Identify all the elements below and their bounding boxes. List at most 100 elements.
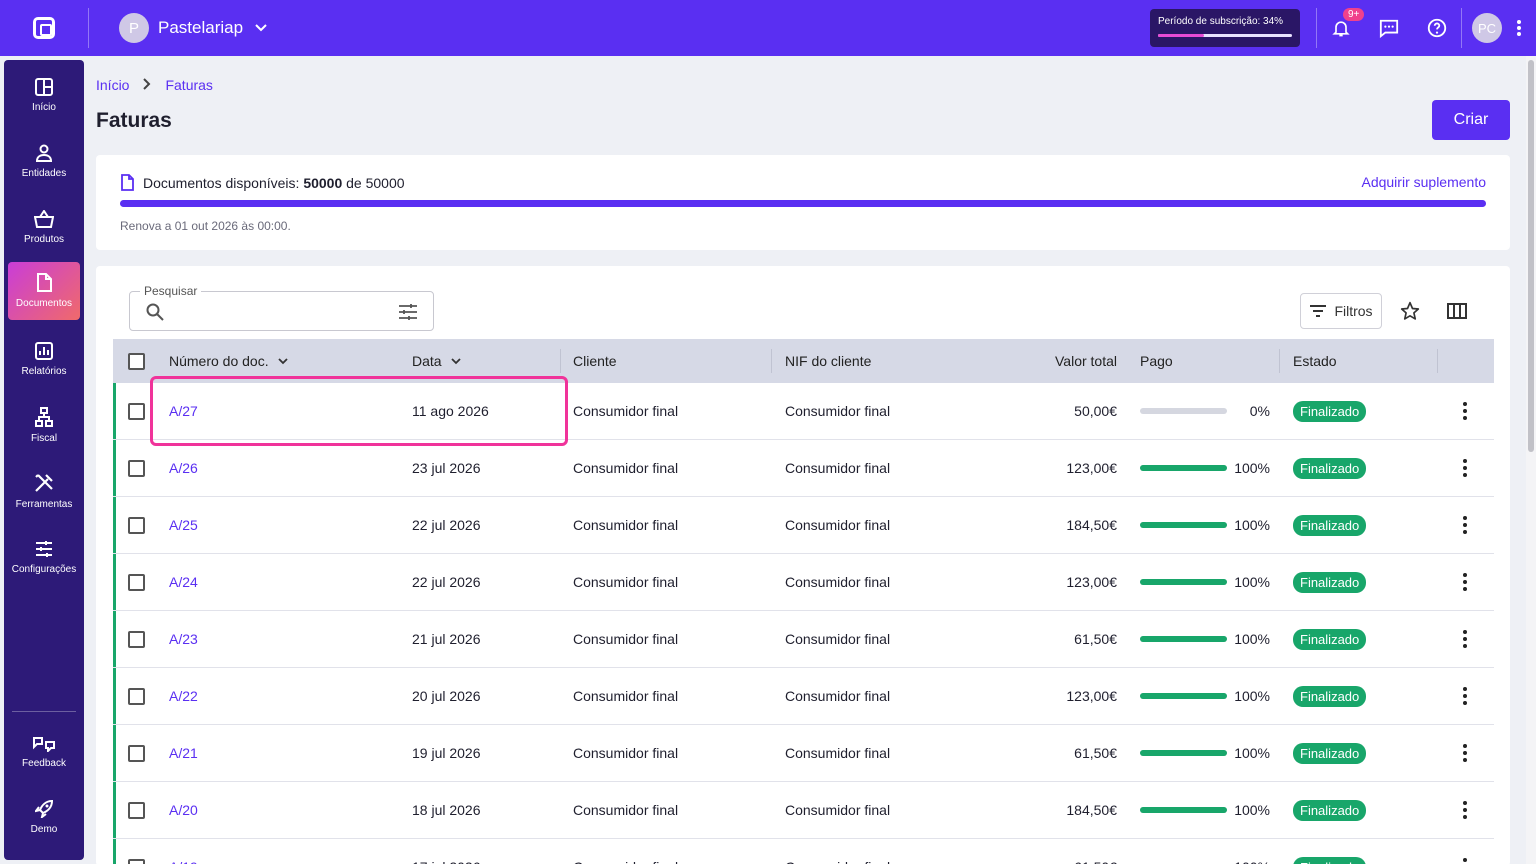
filter-icon [1310, 305, 1327, 317]
doc-number-link[interactable]: A/22 [169, 688, 198, 704]
row-paid: 100% [1140, 497, 1270, 553]
paid-percent: 100% [1234, 802, 1270, 818]
app-logo-icon[interactable] [22, 0, 66, 56]
doc-number-link[interactable]: A/27 [169, 403, 198, 419]
row-more-icon[interactable] [1455, 744, 1475, 762]
table-row[interactable]: A/26 23 jul 2026 Consumidor final Consum… [113, 440, 1494, 497]
table-row[interactable]: A/25 22 jul 2026 Consumidor final Consum… [113, 497, 1494, 554]
row-more-icon[interactable] [1455, 573, 1475, 591]
filters-button[interactable]: Filtros [1300, 293, 1382, 329]
table-row[interactable]: A/23 21 jul 2026 Consumidor final Consum… [113, 611, 1494, 668]
sidebar-item-configuracoes[interactable]: Configurações [8, 528, 80, 586]
sidebar-item-label: Documentos [15, 298, 73, 309]
sliders-icon [36, 540, 52, 557]
row-more-icon[interactable] [1455, 801, 1475, 819]
table-row[interactable]: A/27 11 ago 2026 Consumidor final Consum… [113, 383, 1494, 440]
row-checkbox[interactable] [128, 516, 145, 534]
row-more-icon[interactable] [1455, 516, 1475, 534]
breadcrumb-home-link[interactable]: Início [96, 77, 129, 93]
row-nif: Consumidor final [785, 517, 891, 533]
row-checkbox[interactable] [128, 402, 145, 420]
table-row[interactable]: A/20 18 jul 2026 Consumidor final Consum… [113, 782, 1494, 839]
sidebar-item-ferramentas[interactable]: Ferramentas [8, 462, 80, 520]
doc-number-link[interactable]: A/21 [169, 745, 198, 761]
row-paid: 100% [1140, 611, 1270, 667]
row-checkbox[interactable] [128, 630, 145, 648]
row-checkbox[interactable] [128, 801, 145, 819]
sidebar-item-entidades[interactable]: Entidades [8, 132, 80, 190]
row-client: Consumidor final [573, 517, 679, 533]
sidebar-item-documentos[interactable]: Documentos [8, 262, 80, 320]
header-doc-number[interactable]: Número do doc. [169, 339, 288, 383]
document-icon [37, 273, 52, 292]
doc-number-link[interactable]: A/26 [169, 460, 198, 476]
buy-supplement-link[interactable]: Adquirir suplemento [1361, 174, 1486, 190]
subscription-period[interactable]: Período de subscrição: 34% [1150, 9, 1300, 47]
columns-icon[interactable] [1439, 293, 1475, 329]
favorite-star-icon[interactable] [1392, 293, 1428, 329]
select-all-checkbox[interactable] [128, 352, 145, 370]
search-input[interactable] [172, 300, 392, 324]
table-row[interactable]: A/22 20 jul 2026 Consumidor final Consum… [113, 668, 1494, 725]
row-client: Consumidor final [573, 802, 679, 818]
row-client: Consumidor final [573, 460, 679, 476]
sidebar-item-relatorios[interactable]: Relatórios [8, 330, 80, 388]
row-more-icon[interactable] [1455, 687, 1475, 705]
row-checkbox[interactable] [128, 459, 145, 477]
create-button[interactable]: Criar [1432, 100, 1510, 140]
doc-number-link[interactable]: A/25 [169, 517, 198, 533]
user-avatar[interactable]: PC [1472, 13, 1502, 43]
row-date: 11 ago 2026 [412, 403, 489, 419]
messages-icon[interactable] [1365, 0, 1413, 56]
search-options-icon[interactable] [398, 303, 418, 326]
header-label: Data [412, 353, 442, 369]
company-selector[interactable]: P Pastelariap [119, 13, 267, 43]
paid-percent: 100% [1234, 859, 1270, 864]
column-separator [771, 349, 772, 373]
row-checkbox[interactable] [128, 687, 145, 705]
row-paid: 100% [1140, 782, 1270, 838]
row-nif: Consumidor final [785, 688, 891, 704]
help-icon[interactable] [1413, 0, 1461, 56]
row-more-icon[interactable] [1455, 630, 1475, 648]
table-row[interactable]: A/24 22 jul 2026 Consumidor final Consum… [113, 554, 1494, 611]
search-field[interactable]: Pesquisar [129, 284, 434, 331]
sidebar-item-demo[interactable]: Demo [8, 788, 80, 846]
notifications-bell-icon[interactable]: 9+ [1317, 0, 1365, 56]
row-more-icon[interactable] [1455, 858, 1475, 864]
row-paid: 100% [1140, 725, 1270, 781]
sidebar-item-inicio[interactable]: Início [8, 66, 80, 124]
doc-number-link[interactable]: A/20 [169, 802, 198, 818]
invoices-table-card: Pesquisar Filtros Número do doc. Data Cl… [96, 266, 1510, 864]
scrollbar-thumb[interactable] [1528, 60, 1534, 452]
header-nif: NIF do cliente [785, 353, 872, 369]
row-checkbox[interactable] [128, 744, 145, 762]
row-checkbox[interactable] [128, 573, 145, 591]
row-more-icon[interactable] [1455, 459, 1475, 477]
table-row[interactable]: A/19 17 jul 2026 Consumidor final Consum… [113, 839, 1494, 864]
breadcrumb-current[interactable]: Faturas [165, 77, 212, 93]
sidebar-item-fiscal[interactable]: Fiscal [8, 396, 80, 454]
sidebar-item-label: Produtos [23, 233, 65, 245]
chevron-right-icon [143, 77, 151, 93]
row-total: 123,00€ [1066, 460, 1117, 476]
doc-number-link[interactable]: A/24 [169, 574, 198, 590]
more-vertical-icon[interactable] [1502, 20, 1536, 36]
row-client: Consumidor final [573, 403, 679, 419]
doc-number-link[interactable]: A/23 [169, 631, 198, 647]
row-checkbox[interactable] [128, 858, 145, 864]
column-separator [1437, 349, 1438, 373]
row-status-accent [113, 782, 116, 838]
sidebar-item-feedback[interactable]: Feedback [8, 722, 80, 780]
row-total: 61,50€ [1074, 631, 1117, 647]
paid-progress-bar [1140, 807, 1227, 813]
table-row[interactable]: A/21 19 jul 2026 Consumidor final Consum… [113, 725, 1494, 782]
page-scrollbar[interactable] [1526, 56, 1536, 864]
doc-number-link[interactable]: A/19 [169, 859, 198, 864]
row-more-icon[interactable] [1455, 402, 1475, 420]
header-date[interactable]: Data [412, 339, 461, 383]
sidebar-item-label: Entidades [21, 167, 67, 179]
sidebar: Início Entidades Produtos Documentos Rel… [4, 60, 84, 860]
sidebar-item-produtos[interactable]: Produtos [8, 198, 80, 256]
user-icon [35, 144, 53, 162]
